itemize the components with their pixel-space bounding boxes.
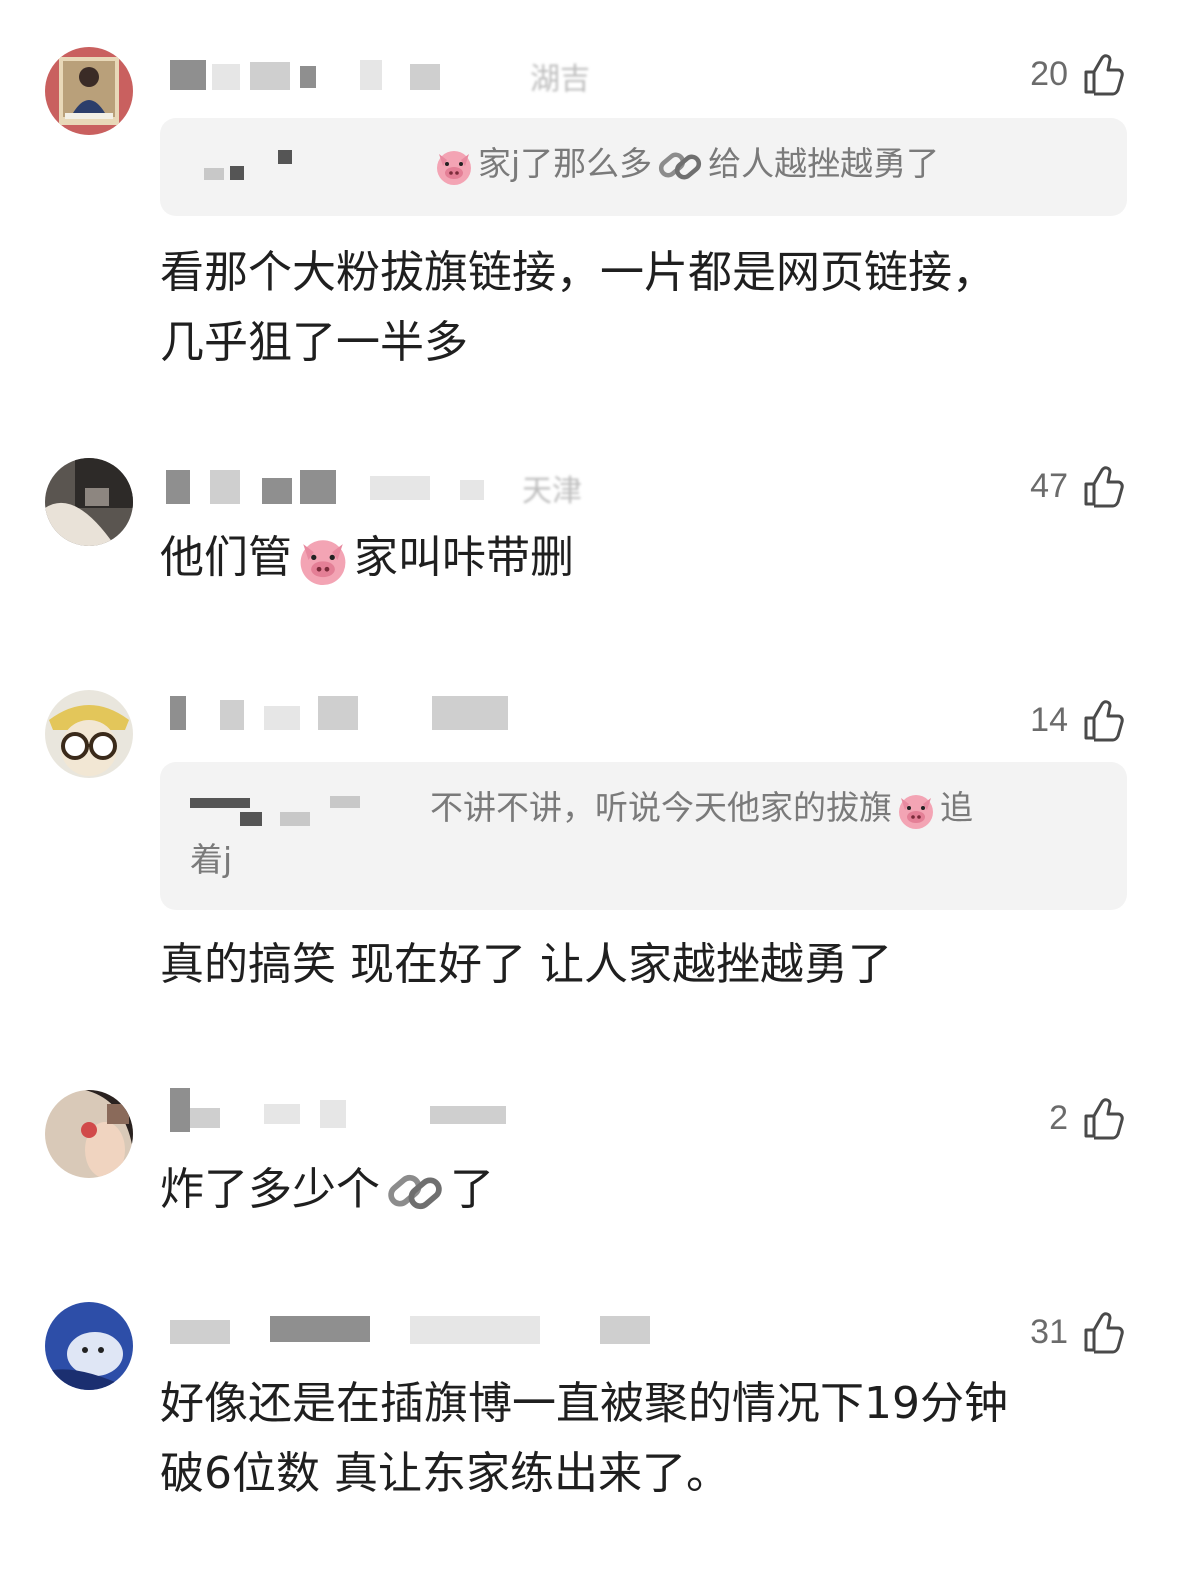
thumbs-up-icon[interactable]	[1080, 1094, 1128, 1142]
comment-text: 看那个大粉拔旗链接，一片都是网页链接， 几乎狙了一半多	[160, 238, 1120, 378]
comment-text: 炸了多少个 了	[160, 1155, 1120, 1225]
quoted-reply[interactable]: 不讲不讲，听说今天他家的拔旗 追着j	[160, 762, 1127, 910]
avatar[interactable]	[45, 690, 133, 778]
username-location: 天津	[522, 474, 582, 509]
thumbs-up-icon[interactable]	[1080, 1308, 1128, 1356]
like-button[interactable]: 47	[1030, 458, 1128, 514]
thumbs-up-icon[interactable]	[1080, 696, 1128, 744]
quoted-reply[interactable]: 家j了那么多 给人越挫越勇了	[160, 118, 1127, 216]
quoted-text: 追	[940, 788, 973, 827]
quoted-text: 着j	[190, 840, 233, 879]
username[interactable]	[160, 1306, 650, 1350]
pig-face-emoji	[894, 788, 938, 832]
comment-text: 他们管 家叫咔带删	[160, 523, 1120, 593]
thumbs-up-icon[interactable]	[1080, 50, 1128, 98]
like-count: 31	[1030, 1312, 1068, 1351]
avatar[interactable]	[45, 47, 133, 135]
username[interactable]: 天津	[160, 464, 620, 509]
link-emoji	[382, 1164, 448, 1220]
comment-text-line: 几乎狙了一半多	[160, 317, 468, 368]
like-button[interactable]: 31	[1030, 1304, 1128, 1360]
quoted-text: 给人越挫越勇了	[708, 144, 940, 183]
like-button[interactable]: 2	[1049, 1090, 1128, 1146]
comment-text-line: 好像还是在插旗博一直被聚的情况下19分钟	[160, 1378, 1008, 1429]
comment-text-line: 真的搞笑 现在好了 让人家越挫越勇了	[160, 939, 892, 990]
comment-text-segment: 他们管	[160, 532, 292, 583]
comment-text: 真的搞笑 现在好了 让人家越挫越勇了	[160, 930, 1120, 1000]
pig-face-emoji	[432, 144, 476, 188]
like-count: 2	[1049, 1098, 1068, 1137]
comment-text-segment: 炸了多少个	[160, 1164, 380, 1215]
like-button[interactable]: 14	[1030, 692, 1128, 748]
avatar[interactable]	[45, 1090, 133, 1178]
username[interactable]: 湖吉	[160, 52, 620, 97]
pig-face-emoji	[294, 531, 352, 589]
link-emoji	[654, 144, 706, 188]
quoted-text: 不讲不讲，听说今天他家的拔旗	[430, 788, 892, 827]
comment-text-line: 看那个大粉拔旗链接，一片都是网页链接，	[160, 247, 996, 298]
comment-text-segment: 家叫咔带删	[354, 532, 574, 583]
like-count: 47	[1030, 466, 1068, 505]
comment-text: 好像还是在插旗博一直被聚的情况下19分钟 破6位数 真让东家练出来了。	[160, 1369, 1120, 1509]
thumbs-up-icon[interactable]	[1080, 462, 1128, 510]
username[interactable]	[160, 690, 620, 734]
like-count: 14	[1030, 700, 1068, 739]
quoted-username	[190, 790, 430, 830]
quoted-username	[190, 146, 430, 186]
avatar[interactable]	[45, 458, 133, 546]
quoted-text: 家j了那么多	[478, 144, 653, 183]
username[interactable]	[160, 1088, 620, 1132]
comment-text-segment: 了	[450, 1164, 494, 1215]
username-location: 湖吉	[530, 62, 590, 97]
like-count: 20	[1030, 54, 1068, 93]
avatar[interactable]	[45, 1302, 133, 1390]
like-button[interactable]: 20	[1030, 46, 1128, 102]
comment-text-line: 破6位数 真让东家练出来了。	[160, 1448, 730, 1499]
